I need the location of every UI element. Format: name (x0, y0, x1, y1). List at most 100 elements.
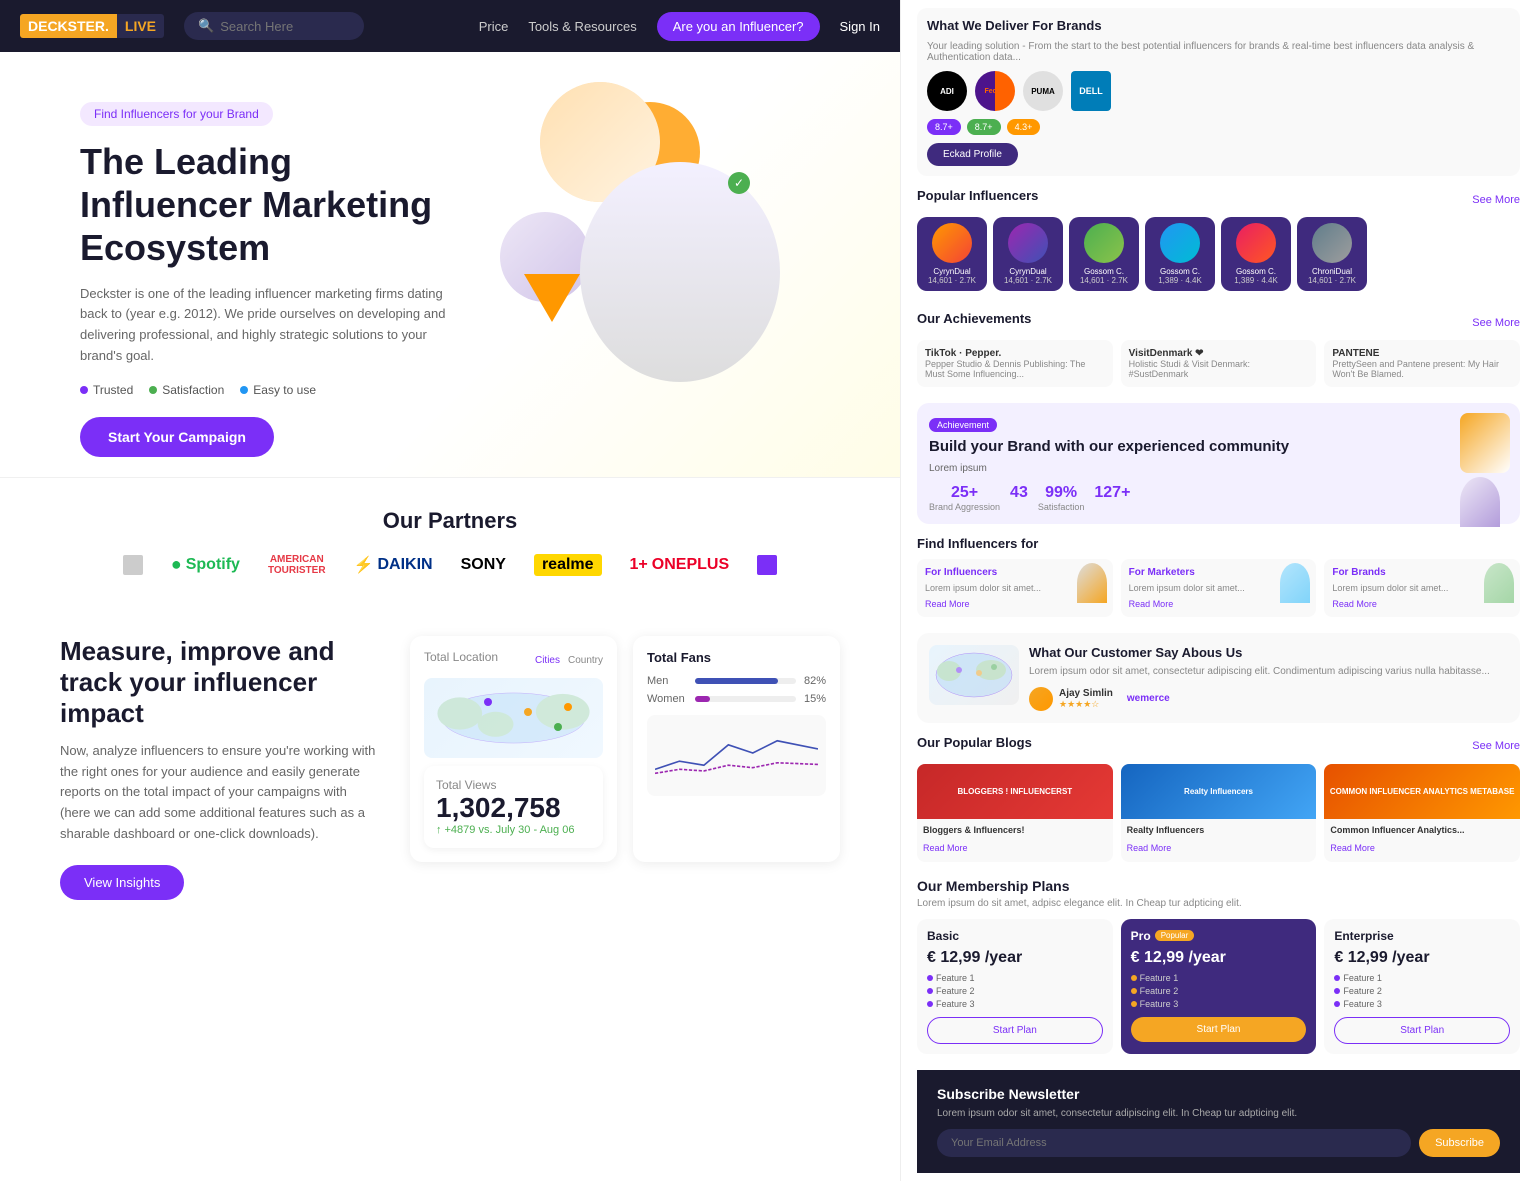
start-campaign-button[interactable]: Start Your Campaign (80, 417, 274, 457)
blog-card-2[interactable]: Realty Influencers Realty Influencers Re… (1121, 764, 1317, 862)
partner-spotify: ● Spotify (171, 554, 240, 575)
deliver-title: What We Deliver For Brands (927, 18, 1510, 33)
achievements-title: Our Achievements (917, 311, 1031, 326)
achievement-card-3[interactable]: PANTENE PrettySeen and Pantene present: … (1324, 340, 1520, 387)
triangle-decoration (524, 274, 580, 322)
blogs-header: Our Popular Blogs See More (917, 735, 1520, 758)
dell-logo: DELL (1071, 71, 1111, 111)
fans-chart-card: Total Fans Men 82% Women 15% (633, 636, 840, 862)
reviewer-name: Ajay Simlin (1059, 688, 1113, 699)
plan-basic-btn[interactable]: Start Plan (927, 1017, 1103, 1044)
find-card-marketers: For Marketers Lorem ipsum dolor sit amet… (1121, 559, 1317, 617)
country-label[interactable]: Country (568, 655, 603, 666)
influencer-card-1[interactable]: CyrynDual 14,601 · 2.7K (917, 217, 987, 291)
build-stat-num-1: 25+ (929, 484, 1000, 502)
brand-logo[interactable]: DECKSTER. LIVE (20, 14, 164, 38)
plan-pro-btn[interactable]: Start Plan (1131, 1017, 1307, 1042)
partners-section: Our Partners ● Spotify AMERICANTOURISTER… (0, 477, 900, 606)
plan-pro-f2: Feature 2 (1131, 986, 1307, 996)
plan-basic-name: Basic (927, 929, 1103, 943)
total-views-change: ↑ +4879 vs. July 30 - Aug 06 (436, 824, 591, 836)
nav-price[interactable]: Price (479, 19, 509, 34)
ach-desc-1: Pepper Studio & Dennis Publishing: The M… (925, 359, 1105, 379)
measure-description: Now, analyze influencers to ensure you'r… (60, 741, 380, 845)
find-cards: For Influencers Lorem ipsum dolor sit am… (917, 559, 1520, 617)
blog-content-3: Common Influencer Analytics... Read More (1324, 819, 1520, 862)
map-dot-4 (564, 703, 572, 711)
membership-title: Our Membership Plans (917, 878, 1520, 894)
blog-card-3[interactable]: COMMON INFLUENCER ANALYTICS METABASE Com… (1324, 764, 1520, 862)
subscribe-desc: Lorem ipsum odor sit amet, consectetur a… (937, 1108, 1500, 1119)
influencer-card-5[interactable]: Gossom C. 1,389 · 4.4K (1221, 217, 1291, 291)
plan-pro-name: Pro (1131, 929, 1151, 943)
blog-title-1: Bloggers & Influencers! (923, 825, 1107, 835)
blog-card-1[interactable]: BLOGGERS ! INFLUENCERST Bloggers & Influ… (917, 764, 1113, 862)
build-stat-label-1: Brand Aggression (929, 502, 1000, 512)
inf-avatar-6 (1312, 223, 1352, 263)
partner-american-tourister: AMERICANTOURISTER (268, 554, 326, 576)
build-desc: Lorem ipsum (929, 463, 1508, 474)
map-dot-1 (484, 698, 492, 706)
signin-button[interactable]: Sign In (840, 19, 880, 34)
badge-dot-satisfaction (149, 386, 157, 394)
blog-read-3[interactable]: Read More (1330, 843, 1375, 853)
influencer-cards-list: CyrynDual 14,601 · 2.7K CyrynDual 14,601… (917, 217, 1520, 295)
blog-read-1[interactable]: Read More (923, 843, 968, 853)
influencer-card-3[interactable]: Gossom C. 14,601 · 2.7K (1069, 217, 1139, 291)
blog-read-2[interactable]: Read More (1127, 843, 1172, 853)
achievements-header: Our Achievements See More (917, 311, 1520, 334)
fedex-logo: FedEx (975, 71, 1015, 111)
influencer-button[interactable]: Are you an Influencer? (657, 12, 820, 41)
subscribe-input[interactable] (937, 1129, 1411, 1157)
inf-stat-3: 14,601 · 2.7K (1075, 276, 1133, 285)
total-views-number: 1,302,758 (436, 792, 591, 824)
popular-influencers-header: Popular Influencers See More (917, 188, 1520, 211)
build-stat-num-2: 43 (1010, 484, 1028, 502)
subscribe-button[interactable]: Subscribe (1419, 1129, 1500, 1157)
membership-section: Our Membership Plans Lorem ipsum do sit … (917, 878, 1520, 1054)
cities-label[interactable]: Cities (535, 655, 560, 666)
partner-next-arrow[interactable] (757, 555, 777, 575)
search-input[interactable] (220, 19, 360, 34)
blog-title-2: Realty Influencers (1127, 825, 1311, 835)
see-more-blogs[interactable]: See More (1472, 740, 1520, 752)
achievement-card-1[interactable]: TikTok · Pepper. Pepper Studio & Dennis … (917, 340, 1113, 387)
blog-cards: BLOGGERS ! INFLUENCERST Bloggers & Influ… (917, 764, 1520, 862)
see-more-achievements[interactable]: See More (1472, 317, 1520, 329)
reviewer-stars: ★★★★☆ (1059, 699, 1113, 710)
search-box[interactable]: 🔍 (184, 12, 364, 40)
see-more-influencers[interactable]: See More (1472, 194, 1520, 206)
badge-dot-trusted (80, 386, 88, 394)
plan-basic-price: € 12,99 /year (927, 949, 1103, 967)
customer-desc: Lorem ipsum odor sit amet, consectetur a… (1029, 664, 1508, 679)
nav-tools[interactable]: Tools & Resources (528, 19, 636, 34)
inf-stat-4: 1,389 · 4.4K (1151, 276, 1209, 285)
inf-name-3: Gossom C. (1075, 267, 1133, 276)
blog-title-3: Common Influencer Analytics... (1330, 825, 1514, 835)
partners-title: Our Partners (60, 508, 840, 534)
achievement-cards: TikTok · Pepper. Pepper Studio & Dennis … (917, 340, 1520, 387)
badge-easy: Easy to use (240, 383, 316, 397)
influencer-card-6[interactable]: ChroniDual 14,601 · 2.7K (1297, 217, 1367, 291)
brand-deck: DECKSTER. (20, 14, 117, 38)
inf-avatar-1 (932, 223, 972, 263)
hero-left: Find Influencers for your Brand The Lead… (80, 82, 460, 457)
view-insights-button[interactable]: View Insights (60, 865, 184, 900)
plan-basic-f2: Feature 2 (927, 986, 1103, 996)
subscribe-title: Subscribe Newsletter (937, 1086, 1500, 1102)
partner-prev-arrow[interactable] (123, 555, 143, 575)
total-views-card: Total Views 1,302,758 ↑ +4879 vs. July 3… (424, 766, 603, 848)
partner-oneplus: 1+ ONEPLUS (630, 556, 730, 574)
influencer-card-2[interactable]: CyrynDual 14,601 · 2.7K (993, 217, 1063, 291)
influencer-card-4[interactable]: Gossom C. 1,389 · 4.4K (1145, 217, 1215, 291)
subscribe-section: Subscribe Newsletter Lorem ipsum odor si… (917, 1070, 1520, 1173)
blog-content-2: Realty Influencers Read More (1121, 819, 1317, 862)
plan-pro-f1: Feature 1 (1131, 973, 1307, 983)
ach-brand-3: PANTENE (1332, 348, 1512, 359)
achievement-card-2[interactable]: VisitDenmark ❤ Holistic Studi & Visit De… (1121, 340, 1317, 387)
profile-button[interactable]: Eckad Profile (927, 143, 1018, 166)
inf-avatar-3 (1084, 223, 1124, 263)
blog-img-3: COMMON INFLUENCER ANALYTICS METABASE (1324, 764, 1520, 819)
plan-ent-btn[interactable]: Start Plan (1334, 1017, 1510, 1044)
build-stat-label-3: Satisfaction (1038, 502, 1085, 512)
